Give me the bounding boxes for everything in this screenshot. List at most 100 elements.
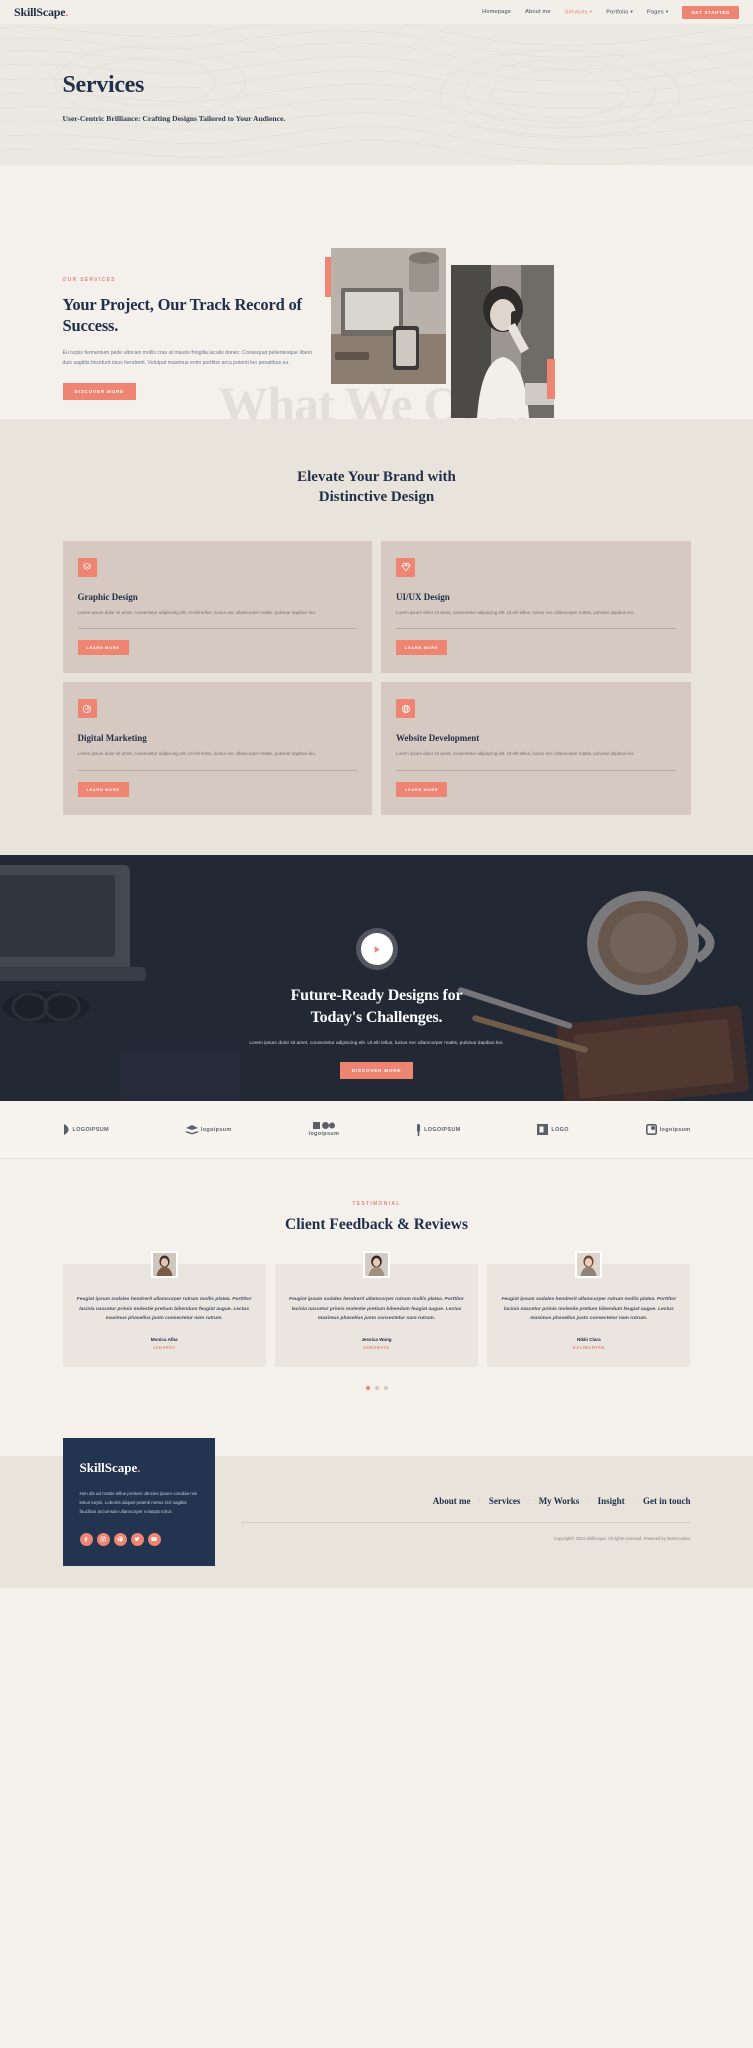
logoipsum-block-icon bbox=[537, 1124, 549, 1136]
nav-item-portfolio[interactable]: Portfolio ▾ bbox=[606, 9, 633, 15]
learn-more-button[interactable]: LEARN MORE bbox=[396, 782, 448, 798]
nav-label: Services bbox=[564, 9, 588, 16]
brand-logo[interactable]: SkillScape. bbox=[14, 5, 68, 20]
footer-logo[interactable]: SkillScape. bbox=[80, 1460, 198, 1476]
footer-link-my-works[interactable]: My Works bbox=[539, 1496, 580, 1506]
avatar-image bbox=[364, 1253, 388, 1277]
footer-separator: · bbox=[587, 1497, 590, 1505]
services-heading-line1: Elevate Your Brand with bbox=[297, 469, 456, 485]
intro-media bbox=[324, 239, 691, 419]
carousel-dot-2[interactable] bbox=[374, 1385, 379, 1390]
logoipsum-square-icon bbox=[645, 1124, 657, 1136]
nav-label: Homepage bbox=[482, 9, 512, 15]
nav-label: About me bbox=[525, 9, 551, 15]
testimonial-card: Feugiat ipsum sodales hendrerit ullamcor… bbox=[487, 1251, 691, 1367]
page-root: SkillScape. Homepage About me Services ▾ … bbox=[0, 0, 753, 1588]
testimonial-quote: Feugiat ipsum sodales hendrerit ullamcor… bbox=[76, 1297, 252, 1322]
nav-item-about-me[interactable]: About me bbox=[525, 9, 551, 15]
avatar-image bbox=[577, 1253, 601, 1277]
footer-link-about-me[interactable]: About me bbox=[433, 1496, 471, 1506]
get-started-button[interactable]: GET STARTED bbox=[682, 5, 739, 19]
footer-right: About me · Services · My Works · Insight… bbox=[240, 1438, 691, 1566]
testimonial-card: Feugiat ipsum sodales hendrerit ullamcor… bbox=[62, 1251, 266, 1367]
testimonial-card: Feugiat ipsum sodales hendrerit ullamcor… bbox=[274, 1251, 479, 1367]
footer-link-services[interactable]: Services bbox=[489, 1496, 521, 1506]
service-card-title: Graphic Design bbox=[77, 591, 138, 602]
service-card-body: Lorem ipsum dolor sit amet, consectetur … bbox=[77, 609, 317, 615]
layers-icon bbox=[77, 557, 97, 577]
footer-links: About me · Services · My Works · Insight… bbox=[241, 1496, 691, 1506]
avatar bbox=[150, 1251, 178, 1279]
workspace-photo bbox=[330, 248, 446, 384]
megaphone-icon bbox=[77, 699, 97, 719]
discover-more-button[interactable]: DISCOVER MORE bbox=[62, 382, 136, 400]
nav-item-pages[interactable]: Pages ▾ bbox=[647, 9, 668, 15]
service-card-graphic-design[interactable]: Graphic Design Lorem ipsum dolor sit ame… bbox=[62, 540, 372, 674]
youtube-icon[interactable] bbox=[147, 1532, 161, 1546]
footer-link-get-in-touch[interactable]: Get in touch bbox=[643, 1496, 691, 1506]
page-title: Services bbox=[62, 72, 145, 98]
divider bbox=[77, 770, 357, 772]
client-logo-2: logoipsum bbox=[185, 1124, 232, 1135]
instagram-icon[interactable] bbox=[96, 1532, 110, 1546]
chevron-down-icon: ▾ bbox=[630, 8, 633, 14]
testimonials-heading: Client Feedback & Reviews bbox=[285, 1216, 468, 1234]
intro-heading: Your Project, Our Track Record of Succes… bbox=[62, 295, 303, 336]
intro-section: What We Offer OUR SERVICES Your Project,… bbox=[0, 165, 753, 419]
logoipsum-stack-icon bbox=[185, 1124, 198, 1135]
testimonial-quote: Feugiat ipsum sodales hendrerit ullamcor… bbox=[501, 1297, 677, 1322]
testimonial-city: JAKARTA bbox=[152, 1344, 176, 1350]
client-logo-text: LOGOIPSUM bbox=[72, 1126, 110, 1133]
page-subtitle: User-Centric Brilliance: Crafting Design… bbox=[62, 114, 286, 123]
video-discover-more-button[interactable]: DISCOVER MORE bbox=[339, 1062, 414, 1080]
learn-more-button[interactable]: LEARN MORE bbox=[77, 640, 129, 656]
service-card-website-development[interactable]: Website Development Lorem ipsum dolor si… bbox=[381, 682, 691, 816]
logoipsum-dots-icon bbox=[312, 1122, 335, 1130]
nav-item-homepage[interactable]: Homepage bbox=[482, 9, 511, 15]
intro-body: Eu turpis fermentum pede ultricies molli… bbox=[62, 350, 313, 367]
play-video-button[interactable] bbox=[360, 933, 393, 966]
learn-more-button[interactable]: LEARN MORE bbox=[396, 640, 448, 656]
nav-item-services[interactable]: Services ▾ bbox=[565, 9, 593, 15]
carousel-dot-3[interactable] bbox=[383, 1385, 388, 1390]
service-card-body: Lorem ipsum dolor sit amet, consectetur … bbox=[396, 609, 635, 615]
testimonial-city: KALIMANTAN bbox=[572, 1344, 605, 1350]
divider bbox=[396, 770, 676, 772]
chevron-down-icon: ▾ bbox=[589, 8, 593, 14]
testimonials-eyebrow: TESTIMONIAL bbox=[352, 1201, 401, 1208]
pinterest-icon[interactable] bbox=[113, 1532, 127, 1546]
service-card-title: UI/UX Design bbox=[396, 591, 450, 602]
testimonial-name: Jessica Wang bbox=[361, 1336, 392, 1342]
service-card-digital-marketing[interactable]: Digital Marketing Lorem ipsum dolor sit … bbox=[62, 682, 372, 816]
chevron-down-icon: ▾ bbox=[665, 8, 669, 14]
carousel-dot-1[interactable] bbox=[365, 1385, 370, 1390]
facebook-icon[interactable] bbox=[79, 1532, 93, 1546]
coral-accent-right bbox=[546, 359, 555, 399]
client-logo-text: logoipsum bbox=[659, 1126, 691, 1133]
client-logos-section: LOGOIPSUM logoipsum logoipsum LOGOIPSUM … bbox=[0, 1101, 753, 1160]
client-logo-6: logoipsum bbox=[645, 1124, 691, 1136]
client-logo-text: LOGO bbox=[551, 1126, 569, 1133]
footer-about-text: Non dis ad mattis tellus pretium ultrici… bbox=[79, 1490, 198, 1514]
twitter-icon[interactable] bbox=[130, 1532, 144, 1546]
service-card-title: Website Development bbox=[396, 733, 480, 744]
nav-label: Portfolio bbox=[606, 9, 629, 16]
avatar-image bbox=[152, 1253, 176, 1277]
learn-more-button[interactable]: LEARN MORE bbox=[77, 782, 129, 798]
site-footer: SkillScape. Non dis ad mattis tellus pre… bbox=[0, 1427, 753, 1588]
footer-link-insight[interactable]: Insight bbox=[598, 1496, 625, 1506]
avatar bbox=[575, 1251, 603, 1279]
services-section: Elevate Your Brand with Distinctive Desi… bbox=[0, 419, 753, 856]
service-card-ui-ux-design[interactable]: UI/UX Design Lorem ipsum dolor sit amet,… bbox=[381, 540, 691, 674]
footer-divider bbox=[240, 1521, 691, 1523]
client-logo-4: LOGOIPSUM bbox=[416, 1123, 461, 1136]
footer-logo-dot: . bbox=[137, 1459, 141, 1475]
client-logo-1: LOGOIPSUM bbox=[63, 1124, 110, 1136]
video-body: Lorem ipsum dolor sit amet, consectetur … bbox=[249, 1041, 504, 1047]
video-heading: Future-Ready Designs for Today's Challen… bbox=[0, 985, 753, 1028]
logoipsum-pin-icon bbox=[417, 1123, 421, 1136]
services-heading: Elevate Your Brand with Distinctive Desi… bbox=[63, 467, 691, 508]
services-card-grid: Graphic Design Lorem ipsum dolor sit ame… bbox=[62, 540, 691, 816]
intro-copy: OUR SERVICES Your Project, Our Track Rec… bbox=[62, 239, 313, 419]
footer-logo-text: SkillScape bbox=[79, 1459, 138, 1475]
